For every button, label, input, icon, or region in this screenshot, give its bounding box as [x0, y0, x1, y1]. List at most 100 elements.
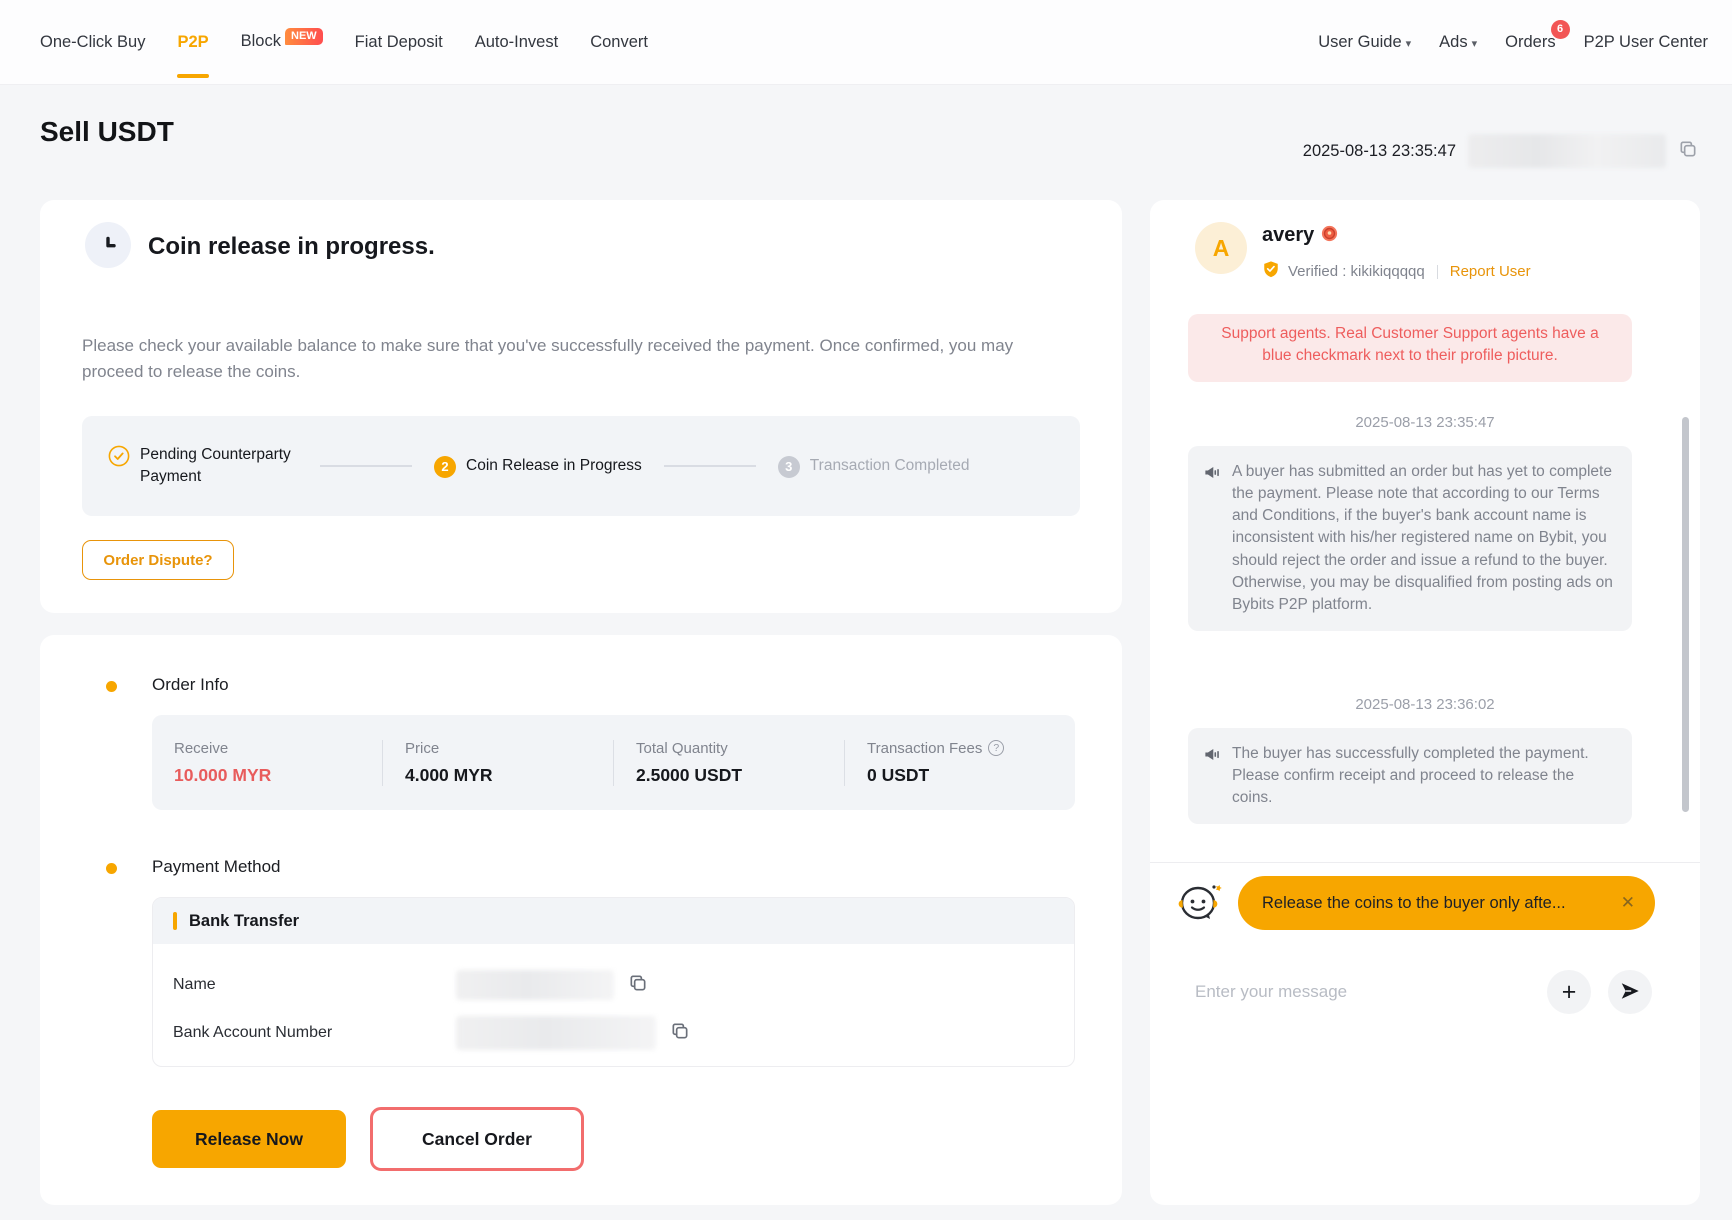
step-number: 3	[778, 456, 800, 478]
payment-row-label: Name	[173, 976, 456, 994]
step-label: Pending Counterparty Payment	[140, 444, 298, 489]
send-icon	[1619, 980, 1641, 1005]
copy-name-icon[interactable]	[628, 973, 648, 998]
divider	[1150, 862, 1700, 863]
order-info-box: Receive 10.000 MYR Price 4.000 MYR Total…	[152, 715, 1075, 810]
info-value-receive: 10.000 MYR	[174, 765, 382, 786]
payment-method-body: Name Bank Account Number	[153, 944, 1074, 1050]
action-buttons: Release Now Cancel Order	[152, 1107, 584, 1171]
nav-convert[interactable]: Convert	[590, 33, 648, 52]
order-number-redacted	[1468, 134, 1666, 168]
bullet-dot-icon	[106, 863, 117, 874]
info-receive: Receive 10.000 MYR	[152, 740, 382, 786]
nav-one-click-buy[interactable]: One-Click Buy	[40, 33, 145, 52]
step-label: Coin Release in Progress	[466, 455, 642, 477]
chat-message-text: A buyer has submitted an order but has y…	[1232, 461, 1616, 616]
clock-icon	[85, 222, 131, 268]
new-badge: NEW	[285, 28, 323, 45]
report-user-link[interactable]: Report User	[1450, 263, 1531, 280]
message-input[interactable]	[1195, 970, 1525, 1014]
nav-ads[interactable]: Ads▾	[1439, 33, 1477, 52]
plus-icon: +	[1562, 978, 1577, 1007]
order-dispute-button[interactable]: Order Dispute?	[82, 540, 234, 580]
close-icon[interactable]: ✕	[1621, 893, 1635, 913]
attach-button[interactable]: +	[1547, 970, 1591, 1014]
page: One-Click Buy P2P BlockNEW Fiat Deposit …	[0, 0, 1732, 1220]
chat-timestamp: 2025-08-13 23:35:47	[1150, 414, 1700, 431]
nav-auto-invest[interactable]: Auto-Invest	[475, 33, 558, 52]
info-label: Transaction Fees	[867, 740, 982, 757]
release-now-button[interactable]: Release Now	[152, 1110, 346, 1168]
info-label: Total Quantity	[636, 740, 844, 757]
nav-fiat-deposit[interactable]: Fiat Deposit	[355, 33, 443, 52]
step-connector	[664, 465, 756, 467]
step-coin-release: 2 Coin Release in Progress	[434, 455, 642, 478]
copy-order-number-icon[interactable]	[1678, 139, 1698, 164]
payment-method-name: Bank Transfer	[189, 912, 299, 931]
verified-shield-icon	[1262, 260, 1280, 283]
chat-message-text: The buyer has successfully completed the…	[1232, 743, 1616, 809]
chevron-down-icon: ▾	[1406, 38, 1412, 50]
info-value-price: 4.000 MYR	[405, 765, 613, 786]
copy-account-icon[interactable]	[670, 1021, 690, 1046]
info-transaction-fees: Transaction Fees ? 0 USDT	[844, 740, 1075, 786]
payment-row-name: Name	[173, 970, 1054, 1000]
user-guide-label: User Guide	[1318, 33, 1401, 51]
nav-left: One-Click Buy P2P BlockNEW Fiat Deposit …	[40, 32, 648, 52]
user-medal-badge-icon	[1321, 225, 1338, 247]
step-transaction-completed: 3 Transaction Completed	[778, 455, 970, 478]
divider	[1437, 265, 1438, 279]
nav-p2p-user-center[interactable]: P2P User Center	[1584, 33, 1708, 52]
info-label: Price	[405, 740, 613, 757]
payment-row-label: Bank Account Number	[173, 1024, 456, 1042]
info-label: Receive	[174, 740, 382, 757]
chat-user-row: avery	[1262, 224, 1338, 247]
verified-row: Verified : kikikiqqqqq Report User	[1262, 260, 1531, 283]
status-description: Please check your available balance to m…	[82, 333, 1027, 386]
status-title: Coin release in progress.	[148, 233, 435, 261]
step-number: 2	[434, 456, 456, 478]
chat-system-message: The buyer has successfully completed the…	[1188, 728, 1632, 824]
step-pending-payment: Pending Counterparty Payment	[108, 444, 298, 489]
nav-block[interactable]: BlockNEW	[241, 32, 323, 52]
accent-bar	[173, 912, 177, 930]
chat-bot-icon[interactable]	[1170, 874, 1226, 935]
info-total-quantity: Total Quantity 2.5000 USDT	[613, 740, 844, 786]
order-timestamp: 2025-08-13 23:35:47	[1303, 142, 1456, 161]
nav-user-guide[interactable]: User Guide ▾	[1318, 33, 1411, 52]
chat-warning-message: Support agents. Real Customer Support ag…	[1188, 314, 1632, 382]
status-card: Coin release in progress. Please check y…	[40, 200, 1122, 613]
bullet-dot-icon	[106, 681, 117, 692]
account-number-redacted	[456, 1016, 656, 1050]
megaphone-icon	[1203, 463, 1222, 616]
avatar[interactable]: A	[1195, 222, 1247, 274]
megaphone-icon	[1203, 745, 1222, 809]
send-button[interactable]	[1608, 970, 1652, 1014]
info-value-fees: 0 USDT	[867, 765, 1075, 786]
quick-reply-pill[interactable]: Release the coins to the buyer only afte…	[1238, 876, 1655, 930]
payment-row-account: Bank Account Number	[173, 1016, 1054, 1050]
order-meta: 2025-08-13 23:35:47	[1303, 133, 1698, 169]
nav-right: User Guide ▾ Ads▾ Orders6 P2P User Center	[1318, 33, 1708, 52]
chat-message-list[interactable]: Support agents. Real Customer Support ag…	[1150, 310, 1700, 860]
help-icon[interactable]: ?	[988, 740, 1004, 756]
check-circle-icon	[108, 445, 130, 472]
payment-method-title: Payment Method	[152, 857, 281, 877]
payment-method-header: Bank Transfer	[153, 898, 1074, 944]
name-redacted	[456, 970, 614, 1000]
nav-p2p[interactable]: P2P	[177, 33, 208, 52]
chat-user-name: avery	[1262, 224, 1314, 247]
chat-scrollbar[interactable]	[1682, 417, 1689, 812]
order-card: Order Info Receive 10.000 MYR Price 4.00…	[40, 635, 1122, 1205]
ads-label: Ads	[1439, 33, 1467, 51]
quick-reply-row: Release the coins to the buyer only afte…	[1150, 872, 1700, 936]
nav-orders[interactable]: Orders6	[1505, 33, 1555, 52]
chat-timestamp: 2025-08-13 23:36:02	[1150, 696, 1700, 713]
cancel-order-button[interactable]: Cancel Order	[370, 1107, 584, 1171]
order-info-title: Order Info	[152, 675, 229, 695]
info-value-quantity: 2.5000 USDT	[636, 765, 844, 786]
progress-steps: Pending Counterparty Payment 2 Coin Rele…	[82, 416, 1080, 516]
step-connector	[320, 465, 412, 467]
orders-label: Orders	[1505, 33, 1555, 51]
verified-text: Verified : kikikiqqqqq	[1288, 263, 1425, 280]
